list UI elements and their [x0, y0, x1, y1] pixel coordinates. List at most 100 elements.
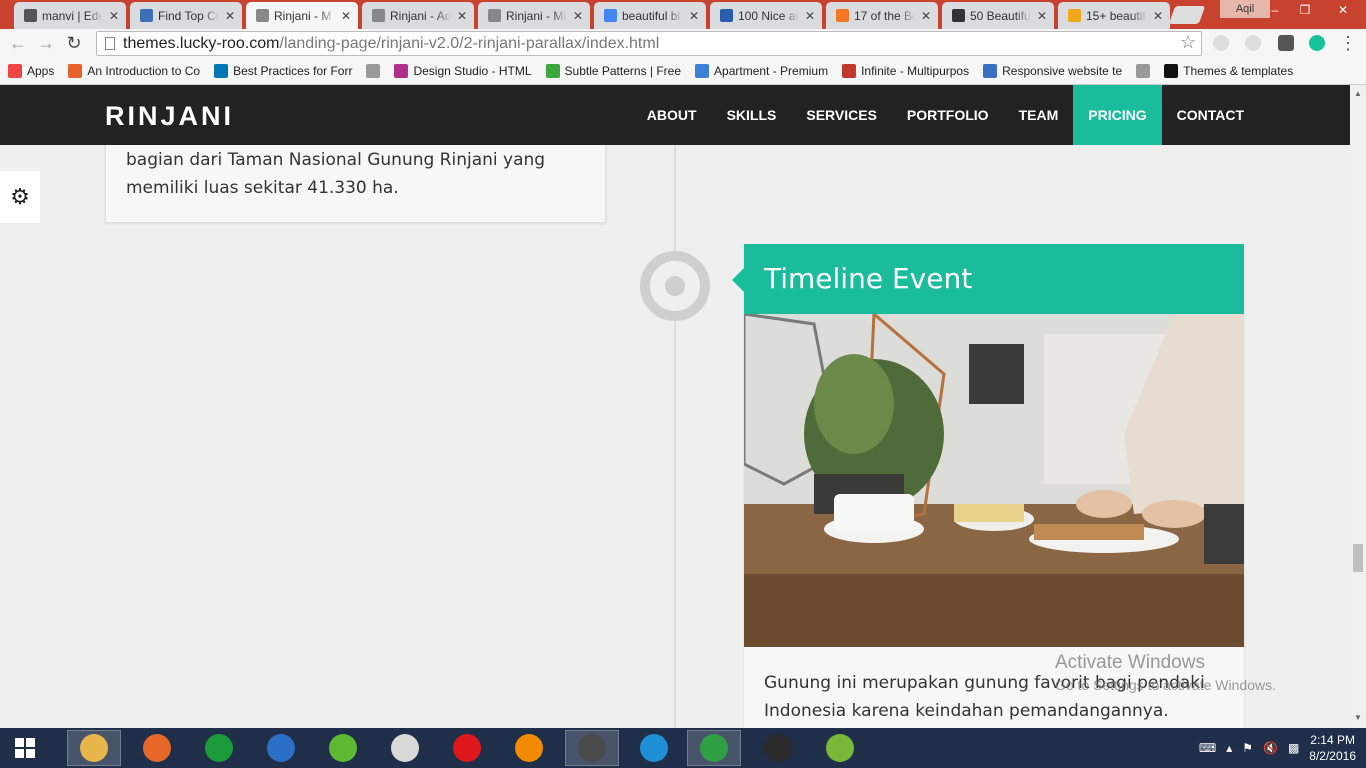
browser-tab[interactable]: beautiful bl ✕ [594, 2, 706, 29]
bookmark-label: Themes & templates [1183, 64, 1294, 78]
page-icon [372, 9, 385, 22]
taskbar-app[interactable] [565, 730, 619, 766]
windows-logo-icon [15, 738, 35, 758]
browser-tab[interactable]: Rinjani - M ✕ [246, 2, 358, 29]
wp-icon [842, 64, 857, 78]
taskbar-app[interactable] [316, 730, 370, 766]
browser-tab[interactable]: 50 Beautiful ✕ [942, 2, 1054, 29]
bookmark-label: An Introduction to Co [87, 64, 201, 78]
network-icon[interactable]: ▩ [1288, 741, 1299, 755]
taskbar-app[interactable] [627, 730, 681, 766]
browser-tab-strip: manvi | Edu ✕ Find Top Co ✕ Rinjani - M ✕ Rinj… [0, 0, 1366, 29]
bookmark-item[interactable]: An Introduction to Co [68, 64, 200, 78]
address-bar[interactable]: themes.lucky-roo.com/landing-page/rinjan… [96, 31, 1202, 56]
page-scrollbar[interactable]: ▲ ▼ [1350, 85, 1366, 728]
close-tab-icon[interactable]: ✕ [1152, 9, 1164, 23]
bookmark-label: Apartment - Premium [714, 64, 829, 78]
d-icon [394, 64, 409, 78]
nav-item-contact[interactable]: CONTACT [1162, 85, 1259, 145]
bookmark-item[interactable]: Apartment - Premium [695, 64, 828, 78]
tab-title: manvi | Edu [42, 8, 103, 23]
nav-item-team[interactable]: TEAM [1004, 85, 1074, 145]
browser-tab[interactable]: manvi | Edu ✕ [14, 2, 126, 29]
minimize-icon[interactable]: – [1260, 0, 1290, 20]
nav-item-portfolio[interactable]: PORTFOLIO [892, 85, 1004, 145]
taskbar-app[interactable] [378, 730, 432, 766]
bookmark-item[interactable]: Apps [8, 64, 54, 78]
close-tab-icon[interactable]: ✕ [688, 9, 700, 23]
scroll-up-icon[interactable]: ▲ [1354, 89, 1362, 98]
extension-icon[interactable] [1278, 35, 1294, 51]
taskbar-app[interactable] [751, 730, 805, 766]
browser-tab[interactable]: 15+ beautif ✕ [1058, 2, 1170, 29]
system-tray: ⌨ ▴ ⚑ 🔇 ▩ 2:14 PM 8/2/2016 [1199, 728, 1366, 768]
scroll-down-icon[interactable]: ▼ [1354, 713, 1362, 722]
flag-icon[interactable]: ⚑ [1242, 741, 1253, 755]
bookmark-item[interactable]: Themes & templates [1164, 64, 1293, 78]
volume-muted-icon[interactable]: 🔇 [1263, 741, 1278, 755]
browser-tab[interactable]: 100 Nice an ✕ [710, 2, 822, 29]
bookmark-item[interactable]: Infinite - Multipurpos [842, 64, 969, 78]
event-photo [744, 314, 1244, 647]
tray-expand-icon[interactable]: ▴ [1226, 741, 1232, 755]
close-tab-icon[interactable]: ✕ [108, 9, 120, 23]
bluestacks-icon [826, 734, 854, 762]
close-tab-icon[interactable]: ✕ [340, 9, 352, 23]
nav-item-skills[interactable]: SKILLS [712, 85, 792, 145]
windows-taskbar: ⌨ ▴ ⚑ 🔇 ▩ 2:14 PM 8/2/2016 [0, 728, 1366, 768]
site-logo[interactable]: RINJANI [105, 101, 234, 132]
taskbar-app[interactable] [502, 730, 556, 766]
close-tab-icon[interactable]: ✕ [1036, 9, 1048, 23]
nav-item-services[interactable]: SERVICES [791, 85, 892, 145]
close-tab-icon[interactable]: ✕ [572, 9, 584, 23]
bookmark-item[interactable] [1136, 64, 1151, 78]
restore-icon[interactable]: ❐ [1290, 0, 1320, 20]
taskbar-app[interactable] [67, 730, 121, 766]
reload-icon[interactable]: ↻ [64, 34, 84, 52]
extension-icon[interactable] [1245, 35, 1261, 51]
browser-tab[interactable]: Rinjani - Mi ✕ [478, 2, 590, 29]
bookmark-item[interactable]: Design Studio - HTML [394, 64, 532, 78]
gear-icon: ⚙ [10, 184, 30, 209]
taskbar-app[interactable] [192, 730, 246, 766]
house-icon [695, 64, 710, 78]
forward-arrow-icon[interactable]: → [36, 34, 56, 52]
nav-item-about[interactable]: ABOUT [632, 85, 712, 145]
watermark-subtitle: Go to Settings to activate Windows. [1055, 677, 1276, 693]
new-tab-button[interactable] [1168, 6, 1206, 24]
bookmark-star-icon[interactable]: ☆ [1180, 32, 1196, 53]
back-arrow-icon[interactable]: ← [8, 34, 28, 52]
start-button[interactable] [0, 728, 50, 768]
browser-tab[interactable]: 17 of the Be ✕ [826, 2, 938, 29]
bookmark-item[interactable] [366, 64, 381, 78]
bookmark-item[interactable]: Best Practices for Forr [214, 64, 352, 78]
w-icon [1068, 9, 1081, 22]
bookmark-item[interactable]: Subtle Patterns | Free [545, 64, 681, 78]
grammarly-icon[interactable] [1309, 35, 1325, 51]
menu-icon[interactable]: ⋮ [1338, 34, 1358, 52]
clock[interactable]: 2:14 PM 8/2/2016 [1309, 732, 1356, 764]
close-tab-icon[interactable]: ✕ [456, 9, 468, 23]
chrome-icon [700, 734, 728, 762]
browser-tab[interactable]: Rinjani - Ad ✕ [362, 2, 474, 29]
taskbar-app[interactable] [254, 730, 308, 766]
tab-title: beautiful bl [622, 8, 681, 23]
nav-item-pricing[interactable]: PRICING [1073, 85, 1162, 145]
taskbar-app[interactable] [130, 730, 184, 766]
taskbar-app[interactable] [440, 730, 494, 766]
extension-icon[interactable] [1213, 35, 1229, 51]
taskbar-app[interactable] [687, 730, 741, 766]
s-icon [952, 9, 965, 22]
page-viewport: bagian dari Taman Nasional Gunung Rinjan… [0, 85, 1350, 728]
taskbar-app[interactable] [813, 730, 867, 766]
browser-tab[interactable]: Find Top Co ✕ [130, 2, 242, 29]
keyboard-icon[interactable]: ⌨ [1199, 741, 1216, 755]
bookmark-item[interactable]: Responsive website te [983, 64, 1122, 78]
close-tab-icon[interactable]: ✕ [804, 9, 816, 23]
bird-icon [140, 9, 153, 22]
close-window-icon[interactable]: ✕ [1320, 0, 1366, 20]
settings-panel-toggle[interactable]: ⚙ [0, 171, 40, 223]
close-tab-icon[interactable]: ✕ [920, 9, 932, 23]
scrollbar-thumb[interactable] [1353, 544, 1363, 572]
close-tab-icon[interactable]: ✕ [224, 9, 236, 23]
